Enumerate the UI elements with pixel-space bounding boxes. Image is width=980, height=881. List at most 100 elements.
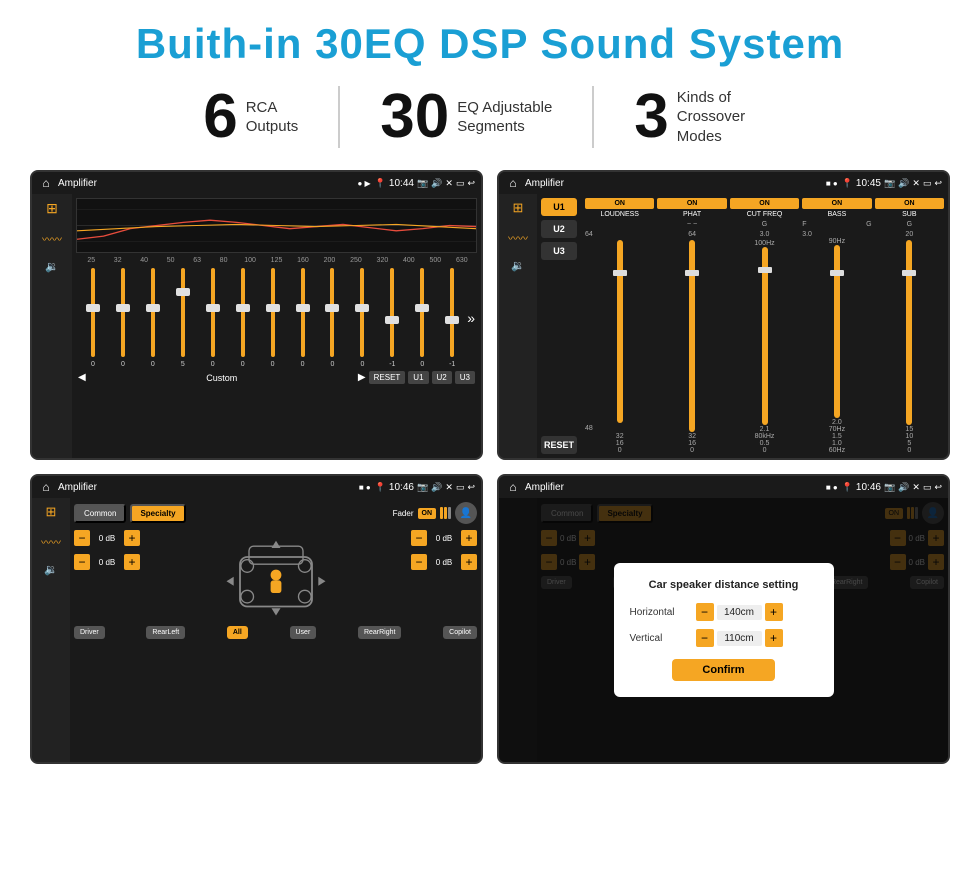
u1-preset[interactable]: U1 <box>541 198 577 216</box>
freq-80: 80 <box>210 257 236 264</box>
eq-slider-0[interactable]: 0 <box>78 268 108 368</box>
back-icon-3[interactable]: ↩ <box>467 482 475 493</box>
home-icon-4[interactable]: ⌂ <box>505 479 521 495</box>
next-preset-arrow[interactable]: ▶ <box>358 372 366 383</box>
confirm-button[interactable]: Confirm <box>672 659 774 681</box>
u1-button-1[interactable]: U1 <box>408 371 428 384</box>
specialty-tab[interactable]: Specialty <box>130 504 185 523</box>
horizontal-plus-btn[interactable]: + <box>765 603 783 621</box>
reset-preset[interactable]: RESET <box>541 436 577 454</box>
on-badge-cutfreq[interactable]: ON <box>730 198 799 209</box>
freq-32: 32 <box>104 257 130 264</box>
r-vol-minus-2[interactable]: − <box>411 554 427 570</box>
back-icon-2[interactable]: ↩ <box>934 178 942 189</box>
vertical-minus-btn[interactable]: − <box>696 629 714 647</box>
user-btn[interactable]: User <box>290 626 317 639</box>
amp-wave-icon[interactable]: 〰〰 <box>508 230 528 245</box>
home-icon-3[interactable]: ⌂ <box>38 479 54 495</box>
eq-track-4[interactable] <box>211 268 215 357</box>
rearright-btn[interactable]: RearRight <box>358 626 402 639</box>
phat-slider[interactable] <box>689 240 695 432</box>
eq-track-2[interactable] <box>151 268 155 357</box>
eq-track-12[interactable] <box>450 268 454 357</box>
home-icon-1[interactable]: ⌂ <box>38 175 54 191</box>
r-vol-minus-1[interactable]: − <box>411 530 427 546</box>
home-icon-2[interactable]: ⌂ <box>505 175 521 191</box>
eq-slider-12[interactable]: -1 <box>437 268 467 368</box>
eq-slider-7[interactable]: 0 <box>288 268 318 368</box>
r-vol-row-2: − 0 dB + <box>411 554 477 570</box>
chan-speaker-icon[interactable]: 🔉 <box>44 563 58 576</box>
rearleft-btn[interactable]: RearLeft <box>146 626 185 639</box>
eq-slider-6[interactable]: 0 <box>258 268 288 368</box>
eq-slider-8[interactable]: 0 <box>318 268 348 368</box>
u3-preset[interactable]: U3 <box>541 242 577 260</box>
eq-slider-2[interactable]: 0 <box>138 268 168 368</box>
u3-button-1[interactable]: U3 <box>455 371 475 384</box>
phat-val: 32 <box>688 433 696 440</box>
horizontal-minus-btn[interactable]: − <box>696 603 714 621</box>
cutfreq-slider[interactable] <box>762 247 768 425</box>
r-vol-plus-1[interactable]: + <box>461 530 477 546</box>
vol-minus-2[interactable]: − <box>74 554 90 570</box>
reset-button-1[interactable]: RESET <box>369 371 406 384</box>
freq-250: 250 <box>343 257 369 264</box>
eq-slider-1[interactable]: 0 <box>108 268 138 368</box>
back-icon-4[interactable]: ↩ <box>934 482 942 493</box>
eq-tune-icon[interactable]: ⊞ <box>46 200 58 217</box>
horizontal-stepper: − 140cm + <box>696 603 783 621</box>
stat-eq: 30 EQ AdjustableSegments <box>340 86 594 148</box>
eq-track-1[interactable] <box>121 268 125 357</box>
fader-on-badge[interactable]: ON <box>418 508 437 519</box>
eq-slider-10[interactable]: -1 <box>377 268 407 368</box>
bass-slider[interactable] <box>834 245 840 418</box>
eq-sidebar: ⊞ 〰〰 🔉 <box>32 194 72 458</box>
loudness-slider[interactable] <box>617 240 623 423</box>
eq-track-8[interactable] <box>330 268 334 357</box>
all-btn[interactable]: All <box>227 626 248 639</box>
more-icon[interactable]: » <box>467 310 475 326</box>
eq-slider-11[interactable]: 0 <box>407 268 437 368</box>
status-icons-4: 📍 10:46 📷 🔊 ✕ ▭ ↩ <box>842 482 942 493</box>
eq-track-6[interactable] <box>271 268 275 357</box>
back-icon-1[interactable]: ↩ <box>467 178 475 189</box>
bass-thumb <box>830 270 844 276</box>
vol-plus-2[interactable]: + <box>124 554 140 570</box>
chan-tune-icon[interactable]: ⊞ <box>46 504 57 520</box>
on-badge-bass[interactable]: ON <box>802 198 871 209</box>
eq-track-11[interactable] <box>420 268 424 357</box>
settings-circle-icon[interactable]: 👤 <box>455 502 477 524</box>
chan-bottom-buttons: Driver RearLeft All User RearRight Copil… <box>74 626 477 639</box>
u2-preset[interactable]: U2 <box>541 220 577 238</box>
vol-minus-1[interactable]: − <box>74 530 90 546</box>
eq-wave-icon[interactable]: 〰〰 <box>42 231 62 246</box>
eq-track-7[interactable] <box>301 268 305 357</box>
amp-speaker-icon[interactable]: 🔉 <box>511 259 525 272</box>
common-tab[interactable]: Common <box>74 504 126 523</box>
eq-slider-3[interactable]: 5 <box>168 268 198 368</box>
eq-slider-5[interactable]: 0 <box>228 268 258 368</box>
eq-track-10[interactable] <box>390 268 394 357</box>
prev-preset-arrow[interactable]: ◀ <box>78 372 86 383</box>
u2-button-1[interactable]: U2 <box>432 371 452 384</box>
eq-speaker-icon[interactable]: 🔉 <box>45 260 59 273</box>
eq-slider-9[interactable]: 0 <box>347 268 377 368</box>
r-vol-plus-2[interactable]: + <box>461 554 477 570</box>
copilot-btn[interactable]: Copilot <box>443 626 477 639</box>
eq-track-0[interactable] <box>91 268 95 357</box>
vol-plus-1[interactable]: + <box>124 530 140 546</box>
eq-slider-4[interactable]: 0 <box>198 268 228 368</box>
bass-fg: FG <box>802 221 871 228</box>
on-badge-phat[interactable]: ON <box>657 198 726 209</box>
on-badge-sub[interactable]: ON <box>875 198 944 209</box>
eq-track-3[interactable] <box>181 268 185 357</box>
chan-wave-icon[interactable]: 〰〰 <box>41 534 61 549</box>
eq-track-5[interactable] <box>241 268 245 357</box>
eq-track-9[interactable] <box>360 268 364 357</box>
driver-btn[interactable]: Driver <box>74 626 105 639</box>
amp-tune-icon[interactable]: ⊞ <box>513 200 524 216</box>
on-badge-loudness[interactable]: ON <box>585 198 654 209</box>
vertical-plus-btn[interactable]: + <box>765 629 783 647</box>
volume-icon-1: 🔊 <box>431 178 442 189</box>
sub-slider[interactable] <box>906 240 912 425</box>
